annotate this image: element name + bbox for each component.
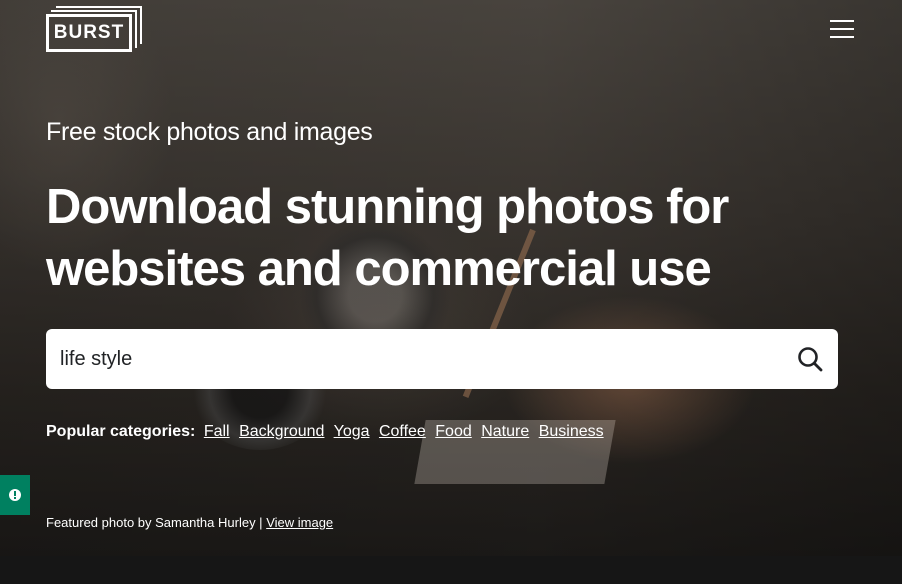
featured-photo-credit: Featured photo by Samantha Hurley | View… bbox=[46, 515, 333, 530]
category-link-food[interactable]: Food bbox=[435, 423, 471, 440]
hero-eyebrow: Free stock photos and images bbox=[46, 118, 373, 146]
category-link-coffee[interactable]: Coffee bbox=[379, 423, 426, 440]
category-link-background[interactable]: Background bbox=[239, 423, 324, 440]
hero-headline: Download stunning photos for websites an… bbox=[46, 180, 729, 296]
feedback-tab[interactable] bbox=[0, 475, 30, 515]
menu-bar bbox=[830, 28, 854, 30]
search-input[interactable] bbox=[46, 329, 786, 389]
logo-text: BURST bbox=[53, 22, 125, 43]
alert-icon bbox=[9, 489, 21, 501]
search-icon[interactable] bbox=[796, 345, 824, 373]
category-link-nature[interactable]: Nature bbox=[481, 423, 529, 440]
page-bottom-strip bbox=[0, 556, 902, 584]
featured-credit-text: Featured photo by Samantha Hurley | bbox=[46, 515, 263, 530]
categories-label: Popular categories: bbox=[46, 423, 196, 440]
category-link-yoga[interactable]: Yoga bbox=[334, 423, 370, 440]
category-link-business[interactable]: Business bbox=[539, 423, 604, 440]
burst-logo[interactable]: BURST bbox=[46, 6, 142, 52]
search-bar bbox=[46, 329, 838, 389]
view-image-link[interactable]: View image bbox=[266, 515, 333, 530]
menu-bar bbox=[830, 20, 854, 22]
hamburger-menu-icon[interactable] bbox=[830, 20, 854, 40]
menu-bar bbox=[830, 36, 854, 38]
popular-categories: Popular categories: Fall Background Yoga… bbox=[46, 423, 609, 441]
category-link-fall[interactable]: Fall bbox=[204, 423, 230, 440]
